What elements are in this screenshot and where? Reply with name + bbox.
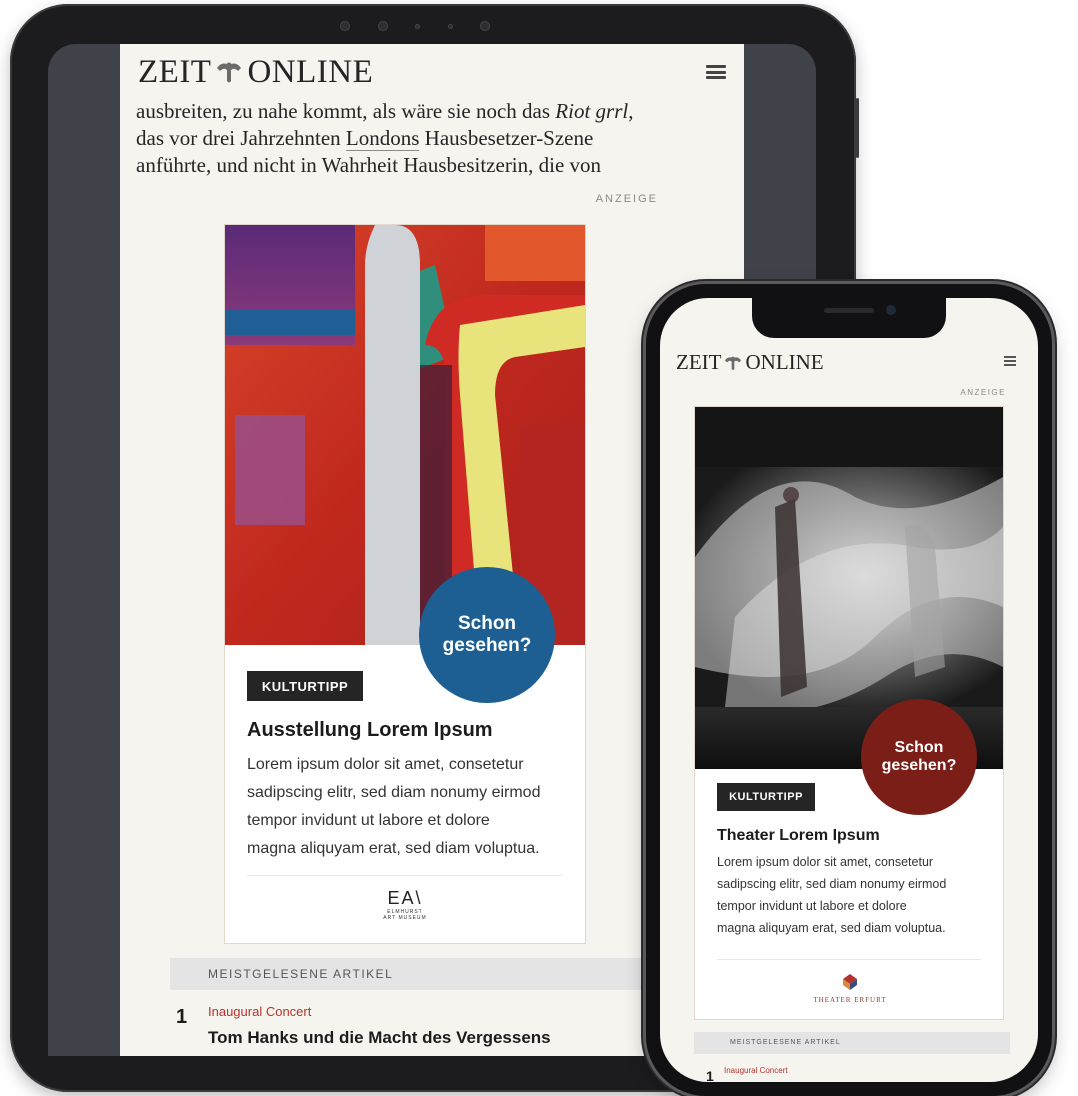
article-line: ausbreiten, zu nahe kommt, als wäre sie … xyxy=(136,99,634,123)
eagle-crest-icon xyxy=(217,62,242,83)
sensor-icon xyxy=(415,23,420,29)
article-kicker[interactable]: Inaugural Concert xyxy=(724,1066,788,1075)
ad-label: ANZEIGE xyxy=(595,193,658,205)
article-body: ausbreiten, zu nahe kommt, als wäre sie … xyxy=(120,98,744,179)
site-logo[interactable]: ZEIT ONLINE xyxy=(676,350,824,375)
ad-title[interactable]: Ausstellung Lorem Ipsum xyxy=(247,719,493,742)
ad-description: Lorem ipsum dolor sit amet, consetetur s… xyxy=(717,855,947,935)
article-line: das vor drei Jahrzehnten Londons Hausbes… xyxy=(136,126,594,151)
camera-lens-icon xyxy=(377,21,388,31)
rank-number: 1 xyxy=(176,1006,188,1028)
site-logo[interactable]: ZEIT ONLINE xyxy=(138,54,373,91)
sponsor-logo[interactable]: THEATER ERFURT xyxy=(795,973,905,1004)
menu-hamburger-icon[interactable] xyxy=(706,65,726,79)
eagle-crest-icon xyxy=(725,356,742,370)
ad-card[interactable]: Schon gesehen? KULTURTIPP Theater Lorem … xyxy=(694,406,1004,1020)
ad-card[interactable]: Schon gesehen? KULTURTIPP Ausstellung Lo… xyxy=(224,224,586,944)
most-read-header: MEISTGELESENE ARTIKEL xyxy=(694,1032,1010,1054)
seen-badge: Schon gesehen? xyxy=(861,699,977,815)
phone-screen[interactable]: ZEIT ONLINE ANZEIGE Schon gesehen? KULTU… xyxy=(660,298,1038,1082)
divider xyxy=(717,959,981,960)
camera-lens-icon xyxy=(480,21,490,31)
camera-lens-icon xyxy=(340,21,350,31)
ad-description: Lorem ipsum dolor sit amet, consetetur s… xyxy=(247,756,541,857)
camera-lens-icon xyxy=(886,305,896,315)
seen-badge: Schon gesehen? xyxy=(419,567,555,703)
theater-logo-icon xyxy=(843,974,857,990)
phone-notch xyxy=(752,298,946,338)
sensor-icon xyxy=(447,23,453,29)
article-line: anführte, und nicht in Wahrheit Hausbesi… xyxy=(136,153,602,177)
article-kicker[interactable]: Inaugural Concert xyxy=(208,1004,311,1019)
divider xyxy=(247,875,563,876)
phone-device: ZEIT ONLINE ANZEIGE Schon gesehen? KULTU… xyxy=(646,284,1052,1096)
tablet-camera-array xyxy=(340,18,490,34)
ad-artwork-image xyxy=(225,225,585,645)
rank-number: 1 xyxy=(706,1068,714,1082)
speaker-icon xyxy=(824,308,874,313)
volume-button xyxy=(856,98,859,158)
most-read-header: MEISTGELESENE ARTIKEL xyxy=(170,958,690,990)
ad-title[interactable]: Theater Lorem Ipsum xyxy=(717,827,880,845)
category-tag: KULTURTIPP xyxy=(717,783,815,811)
ad-label: ANZEIGE xyxy=(960,388,1006,397)
article-link[interactable]: Londons xyxy=(345,126,420,151)
sponsor-logo[interactable]: EA\ ELMHURST ART MUSEUM xyxy=(367,889,443,921)
site-header: ZEIT ONLINE xyxy=(120,44,744,100)
category-tag: KULTURTIPP xyxy=(247,671,363,701)
article-headline[interactable]: Tom Hanks und die Macht des Vergessens xyxy=(208,1028,551,1048)
menu-hamburger-icon[interactable] xyxy=(1004,356,1016,366)
